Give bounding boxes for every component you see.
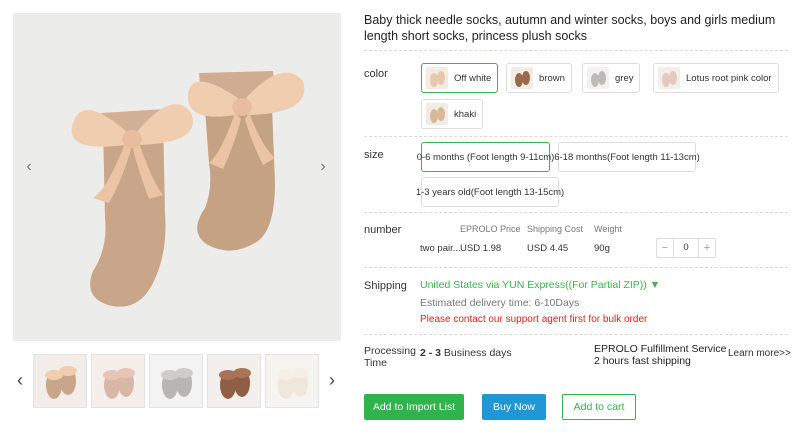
color-option-label: khaki — [454, 108, 477, 120]
processing-days: 2 - 3 Business days — [420, 347, 512, 359]
thumb-next-button[interactable]: › — [325, 370, 339, 390]
gallery-prev-button[interactable]: ‹ — [22, 159, 36, 175]
color-option-label: Lotus root pink color — [686, 72, 772, 84]
divider — [364, 136, 788, 137]
product-main-image — [13, 13, 341, 341]
fulfillment-subtitle: 2 hours fast shipping — [594, 355, 691, 367]
thumb-prev-button[interactable]: ‹ — [13, 370, 27, 390]
color-swatch — [587, 67, 609, 89]
color-option-label: Off white — [454, 72, 492, 84]
fulfillment-service: EPROLO Fulfillment Service 2 hours fast … — [594, 343, 726, 367]
size-option-1-3-years[interactable]: 1-3 years old(Foot length 13-15cm) — [416, 177, 564, 207]
color-option-grey[interactable]: grey — [582, 63, 641, 93]
variant-weight: 90g — [594, 243, 610, 254]
divider — [364, 50, 788, 51]
thumbnail-3[interactable] — [149, 354, 203, 408]
color-option-brown[interactable]: brown — [506, 63, 572, 93]
variant-name: two pair... — [420, 243, 461, 254]
size-option-6-18-months[interactable]: 6-18 months(Foot length 11-13cm) — [554, 142, 700, 172]
color-option-khaki[interactable]: khaki — [421, 99, 484, 129]
shipping-label: Shipping — [364, 280, 407, 292]
divider — [364, 267, 788, 268]
variant-price: USD 1.98 — [460, 243, 502, 254]
delivery-estimate: Estimated delivery time: 6-10Days — [420, 297, 580, 309]
thumbnail-4[interactable] — [207, 354, 261, 408]
color-option-off-white[interactable]: Off white — [421, 63, 499, 93]
quantity-minus-button[interactable]: − — [657, 239, 673, 257]
color-swatch — [426, 103, 448, 125]
processing-days-unit: Business days — [441, 347, 512, 359]
socks-illustration — [13, 13, 341, 341]
color-swatch — [511, 67, 533, 89]
product-title: Baby thick needle socks, autumn and wint… — [364, 13, 776, 43]
size-label: size — [364, 149, 384, 161]
fulfillment-title: EPROLO Fulfillment Service — [594, 343, 727, 355]
thumbnail-1[interactable] — [33, 354, 87, 408]
color-option-lotus-pink[interactable]: Lotus root pink color — [653, 63, 779, 93]
size-option-0-6-months[interactable]: 0-6 months (Foot length 9-11cm) — [417, 142, 554, 172]
buy-now-button[interactable]: Buy Now — [482, 394, 546, 420]
shipping-cost-header: Shipping Cost — [527, 224, 584, 234]
color-option-label: grey — [615, 72, 634, 84]
quantity-plus-button[interactable]: + — [699, 239, 715, 257]
color-label: color — [364, 68, 388, 80]
weight-header: Weight — [594, 224, 622, 234]
divider — [364, 334, 788, 335]
processing-days-range: 2 - 3 — [420, 347, 442, 359]
price-header: EPROLO Price — [460, 224, 521, 234]
add-to-import-list-button[interactable]: Add to Import List — [364, 394, 464, 420]
quantity-stepper: − 0 + — [656, 238, 716, 258]
thumbnail-5[interactable] — [265, 354, 319, 408]
thumbnail-2[interactable] — [91, 354, 145, 408]
add-to-cart-button[interactable]: Add to cart — [562, 394, 636, 420]
thumbnail-strip: ‹ › — [13, 354, 341, 408]
color-swatch — [658, 67, 680, 89]
divider — [364, 212, 788, 213]
bulk-order-warning: Please contact our support agent first f… — [420, 314, 648, 325]
color-swatch — [426, 67, 448, 89]
shipping-method-dropdown[interactable]: United States via YUN Express((For Parti… — [420, 279, 660, 291]
quantity-input[interactable]: 0 — [673, 239, 699, 257]
processing-time-label: Processing Time — [364, 345, 416, 369]
gallery-next-button[interactable]: › — [316, 159, 330, 175]
number-label: number — [364, 224, 402, 236]
color-option-label: brown — [539, 72, 565, 84]
learn-more-link[interactable]: Learn more>> — [728, 348, 791, 359]
variant-shipping-cost: USD 4.45 — [527, 243, 569, 254]
